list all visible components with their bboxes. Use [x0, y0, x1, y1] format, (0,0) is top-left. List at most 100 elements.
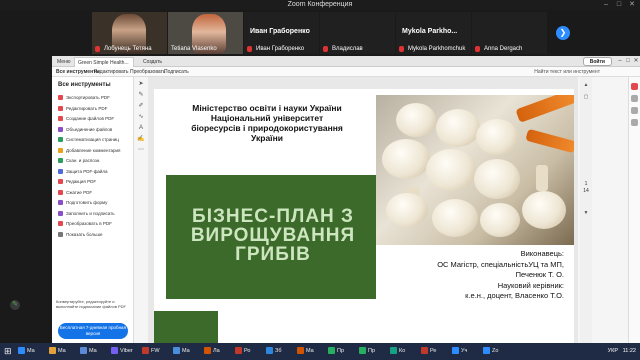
app-label: Ла — [213, 348, 220, 354]
taskbar-app[interactable]: Ко — [388, 344, 407, 359]
menu-tab[interactable]: Меню — [54, 57, 74, 67]
taskbar-app[interactable]: Ма — [295, 344, 316, 359]
taskbar-app[interactable]: Zo — [481, 344, 500, 359]
tool-label: Заполнить и подписать — [66, 210, 115, 216]
menu-convert[interactable]: Преобразовать — [130, 67, 166, 77]
carrot-shape — [515, 95, 574, 123]
tool-item[interactable]: Подготовить форму — [58, 198, 132, 208]
document-tab[interactable]: Green Simple Health... — [74, 57, 134, 67]
participant-tile-vladyslav[interactable]: Владислав — [320, 12, 395, 54]
minimize-icon[interactable]: – — [600, 0, 612, 10]
highlight-icon[interactable]: ✐ — [137, 102, 145, 110]
app-label: Ма — [306, 348, 314, 354]
tool-icon — [58, 221, 63, 227]
taskbar-app[interactable]: Ро — [233, 344, 253, 359]
tool-item[interactable]: Сжатие PDF — [58, 188, 132, 198]
mushroom-cap — [432, 199, 478, 237]
mushroom-cap — [386, 193, 428, 227]
participant-tile-anna[interactable]: Anna Dergach — [472, 12, 547, 54]
cursor-icon[interactable]: ➤ — [137, 80, 145, 88]
more-tools-icon[interactable]: ⋯ — [137, 146, 145, 154]
close-icon[interactable]: ✕ — [626, 0, 638, 10]
mushroom-cap — [382, 139, 430, 179]
close-icon[interactable]: ✕ — [632, 56, 640, 67]
taskbar-app[interactable]: Ma — [78, 344, 99, 359]
taskbar-app[interactable]: Пр — [326, 344, 346, 359]
title-line: БІЗНЕС-ПЛАН З — [192, 206, 354, 227]
participant-name: Mykola Parkhomchuk — [408, 46, 466, 52]
participant-tile-vlasenko[interactable]: Tetiana Vlasenko — [168, 12, 243, 54]
tool-item[interactable]: Экспортировать PDF — [58, 93, 132, 103]
participant-big-label: Mykola Parkho... — [402, 28, 458, 35]
maximize-icon[interactable]: □ — [613, 0, 625, 10]
participant-tile-mykola[interactable]: Mykola Parkho... Mykola Parkhomchuk — [396, 12, 471, 54]
institution-line: Міністерство освіти і науки України — [192, 103, 342, 113]
tool-icon — [58, 168, 63, 174]
text-icon[interactable]: A — [137, 124, 145, 132]
taskbar-app[interactable]: FW — [140, 344, 162, 359]
tool-item[interactable]: Систематизация страниц — [58, 135, 132, 145]
document-view[interactable]: Міністерство освіти і науки України Наці… — [148, 77, 578, 343]
clock[interactable]: 11:22 — [623, 348, 636, 354]
taskbar-app[interactable]: Ре — [419, 344, 439, 359]
minimize-icon[interactable]: – — [616, 56, 624, 67]
taskbar-app[interactable]: Viber — [109, 344, 135, 359]
comment-icon[interactable]: ✎ — [137, 91, 145, 99]
next-participants-button[interactable]: ❯ — [556, 26, 570, 40]
free-trial-button[interactable]: Бесплатная 7-дневная пробная версия — [58, 323, 128, 339]
menu-edit[interactable]: Редактировать — [94, 67, 129, 77]
page-current[interactable]: 1 — [581, 181, 591, 188]
search-tools-input[interactable]: Найти текст или инструмент — [534, 69, 600, 75]
credit-line: Печенюк Т. О. — [515, 270, 564, 279]
taskbar-app[interactable]: Зб — [264, 344, 283, 359]
tool-item[interactable]: Добавление комментария — [58, 146, 132, 156]
app-label: FW — [151, 348, 160, 354]
taskbar-app[interactable]: Уч — [450, 344, 469, 359]
language-indicator[interactable]: УКР — [608, 348, 618, 354]
scroll-up-icon[interactable]: ▲ — [582, 81, 590, 89]
tool-item[interactable]: Объединение файлов — [58, 125, 132, 135]
taskbar-app[interactable]: Ma — [47, 344, 68, 359]
mushroom-cap — [476, 119, 518, 155]
bookmarks-icon[interactable] — [631, 95, 638, 102]
tool-label: Показать больше — [66, 231, 103, 237]
signin-button[interactable]: Войти — [582, 57, 612, 66]
tool-item[interactable]: Создание файлов PDF — [58, 114, 132, 124]
taskbar-app[interactable]: Ma — [16, 344, 37, 359]
app-icon — [80, 347, 87, 355]
participant-tile-lobunets[interactable]: Лобунець Тетяна — [92, 12, 167, 54]
tool-item[interactable]: Преобразовать в PDF — [58, 219, 132, 229]
tools-sidebar: Все инструменты Экспортировать PDF Редакт… — [52, 77, 134, 343]
credit-line: ОС Магістр, спеціальністьУЦ та МП, — [437, 259, 564, 269]
tool-item[interactable]: Заполнить и подписать — [58, 209, 132, 219]
taskbar-app[interactable]: Пр — [357, 344, 377, 359]
draw-icon[interactable]: ∿ — [137, 113, 145, 121]
create-tab[interactable]: Создать — [140, 57, 165, 67]
credit-line: Виконавець: — [520, 249, 564, 258]
annotate-pencil-icon[interactable]: ✎ — [10, 300, 20, 310]
tool-label: Систематизация страниц — [66, 137, 119, 142]
participant-tile-ivan[interactable]: Иван Граборенко Иван Граборенко — [244, 12, 319, 54]
tool-item[interactable]: Скан. и распозн. — [58, 156, 132, 166]
start-icon[interactable]: ⊞ — [2, 344, 14, 359]
tool-item[interactable]: Редактировать PDF — [58, 104, 132, 114]
sign-icon[interactable]: ✍ — [137, 135, 145, 143]
menu-sign[interactable]: Подписать — [164, 67, 189, 77]
app-icon — [390, 347, 397, 355]
scroll-down-icon[interactable]: ▼ — [582, 209, 590, 217]
thumbnails-icon[interactable] — [631, 107, 638, 114]
tool-item[interactable]: Защита PDF-файла — [58, 167, 132, 177]
app-label: Пр — [337, 348, 345, 354]
tool-icon — [58, 231, 63, 237]
taskbar-app[interactable]: Ma — [171, 344, 192, 359]
app-icon — [483, 347, 490, 355]
comments-panel-icon[interactable] — [631, 83, 638, 90]
title-line: ВИРОЩУВАННЯ — [190, 225, 356, 246]
tool-item[interactable]: Показать больше — [58, 230, 132, 240]
maximize-icon[interactable]: □ — [624, 56, 632, 67]
tool-item[interactable]: Редакция PDF — [58, 177, 132, 187]
fit-page-icon[interactable]: ▢ — [582, 93, 590, 101]
attachments-icon[interactable] — [631, 119, 638, 126]
taskbar-app[interactable]: Ла — [202, 344, 222, 359]
acrobat-menubar: Все инструменты Редактировать Преобразов… — [52, 67, 640, 77]
